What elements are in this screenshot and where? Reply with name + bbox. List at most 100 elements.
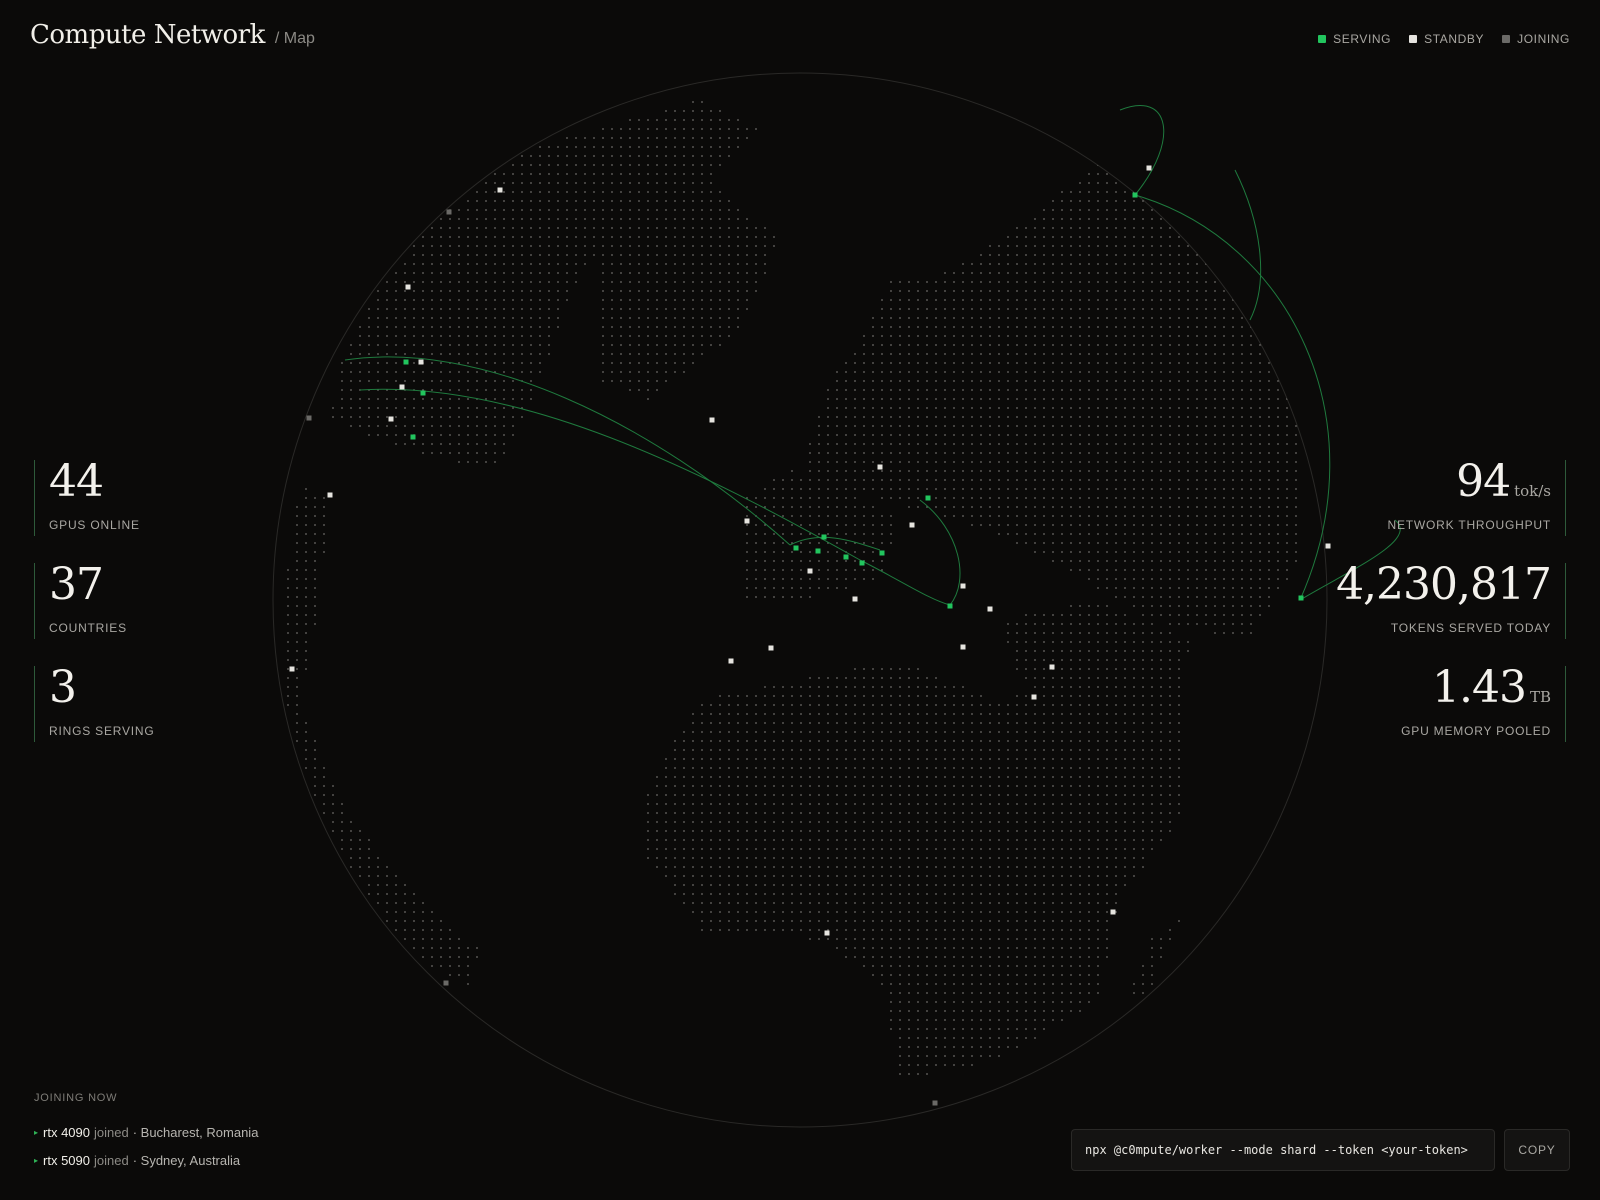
joining-swatch-icon [1502,35,1511,43]
gpu-node-serving[interactable] [859,560,865,566]
caret-right-icon: ▸ [34,1155,39,1165]
joining-feed: JOINING NOW ▸ rtx 4090 joined · Buchares… [34,1092,258,1174]
stat-label: GPUS ONLINE [49,518,140,532]
gpu-node-serving[interactable] [947,603,953,609]
stat-unit: tok/s [1514,482,1551,500]
stat-label: TOKENS SERVED TODAY [1390,621,1551,635]
stat-network-throughput: 94 tok/s NETWORK THROUGHPUT [1331,460,1566,536]
stat-value: 4,230,817 [1336,559,1552,610]
gpu-node-standby[interactable] [807,568,813,574]
joining-item: ▸ rtx 5090 joined · Sydney, Australia [34,1146,258,1174]
app-title: Compute Network [30,20,265,50]
serving-swatch-icon [1318,35,1327,43]
stat-gpu-memory: 1.43 TB GPU MEMORY POOLED [1331,666,1566,742]
ring-arc [859,559,951,606]
legend-label: JOINING [1517,32,1570,46]
gpu-node-standby[interactable] [1146,165,1152,171]
gpu-node-standby[interactable] [852,596,858,602]
gpu-node-standby[interactable] [1110,909,1116,915]
joining-verb: joined [94,1152,129,1168]
stat-value: 37 [49,559,104,610]
gpu-node-serving[interactable] [403,359,409,365]
stat-label: GPU MEMORY POOLED [1401,724,1551,738]
ring-arc [359,388,861,561]
copy-button[interactable]: COPY [1504,1129,1570,1171]
ring-arc [789,536,881,551]
ring-arc [1119,105,1165,196]
legend-serving: SERVING [1318,32,1391,46]
joining-verb: joined [94,1124,129,1140]
stat-countries: 37 COUNTRIES [34,563,269,639]
stat-label: RINGS SERVING [49,724,155,738]
gpu-node-serving[interactable] [1298,595,1304,601]
gpu-node-joining[interactable] [932,1100,938,1106]
gpu-node-standby[interactable] [1049,664,1055,670]
gpu-node-standby[interactable] [709,417,715,423]
gpu-node-serving[interactable] [821,534,827,540]
ring-connections [344,105,1401,606]
gpu-node-standby[interactable] [1325,543,1331,549]
stat-gpus-online: 44 GPUS ONLINE [34,460,269,536]
gpu-node-standby[interactable] [960,644,966,650]
gpu-node-serving[interactable] [843,554,849,560]
joining-location: · Bucharest, Romania [132,1124,259,1140]
gpu-node-standby[interactable] [289,666,295,672]
gpu-node-standby[interactable] [405,284,411,290]
legend-label: SERVING [1333,32,1392,46]
joining-title: JOINING NOW [34,1092,118,1104]
gpu-node-joining[interactable] [443,980,449,986]
gpu-node-standby[interactable] [744,518,750,524]
ring-arc [1134,194,1331,601]
ring-arc [1234,169,1262,321]
gpu-node-serving[interactable] [879,550,885,556]
gpu-node-standby[interactable] [497,187,503,193]
gpu-node-serving[interactable] [793,545,799,551]
gpu-node-standby[interactable] [399,384,405,390]
stat-tokens-served: 4,230,817 TOKENS SERVED TODAY [1331,563,1566,639]
gpu-node-serving[interactable] [925,495,931,501]
gpu-node-serving[interactable] [815,548,821,554]
install-command-text[interactable]: npx @c0mpute/worker --mode shard --token… [1085,1143,1468,1157]
map-page: Compute Network / Map SERVING STANDBY JO… [0,0,1600,1200]
status-legend: SERVING STANDBY JOINING [1318,32,1570,46]
gpu-node-standby[interactable] [388,416,394,422]
gpu-node-standby[interactable] [728,658,734,664]
gpu-node-standby[interactable] [1031,694,1037,700]
gpu-node-serving[interactable] [1132,192,1138,198]
gpu-node-standby[interactable] [987,606,993,612]
gpu-node-standby[interactable] [960,583,966,589]
globe-outline [272,72,1328,1128]
gpu-node-serving[interactable] [410,434,416,440]
land-dots [287,101,1297,1075]
legend-joining: JOINING [1502,32,1570,46]
joining-location: · Sydney, Australia [132,1152,241,1168]
gpu-node-standby[interactable] [327,492,333,498]
joining-item: ▸ rtx 4090 joined · Bucharest, Romania [34,1118,258,1146]
gpu-node-standby[interactable] [768,645,774,651]
gpu-node-standby[interactable] [824,930,830,936]
install-command-field[interactable]: npx @c0mpute/worker --mode shard --token… [1071,1129,1495,1171]
gpu-node-serving[interactable] [420,390,426,396]
stat-label: NETWORK THROUGHPUT [1387,518,1551,532]
legend-standby: STANDBY [1409,32,1484,46]
stat-value: 3 [49,662,77,713]
standby-swatch-icon [1409,35,1418,43]
legend-label: STANDBY [1424,32,1485,46]
joining-gpu: rtx 5090 [43,1152,90,1168]
stat-value: 94 [1456,456,1511,507]
gpu-node-joining[interactable] [306,415,312,421]
stat-value: 1.43 [1432,662,1527,713]
breadcrumb: / Map [274,30,315,47]
gpu-node-standby[interactable] [418,359,424,365]
gpu-node-standby[interactable] [909,522,915,528]
stat-unit: TB [1529,688,1551,706]
stat-value: 44 [49,456,104,507]
gpu-node-joining[interactable] [446,209,452,215]
stat-label: COUNTRIES [49,621,127,635]
gpu-nodes [289,165,1331,1106]
ring-arc [344,356,791,546]
brand: Compute Network / Map [30,20,315,50]
stat-rings-serving: 3 RINGS SERVING [34,666,269,742]
gpu-node-standby[interactable] [877,464,883,470]
joining-gpu: rtx 4090 [43,1124,90,1140]
